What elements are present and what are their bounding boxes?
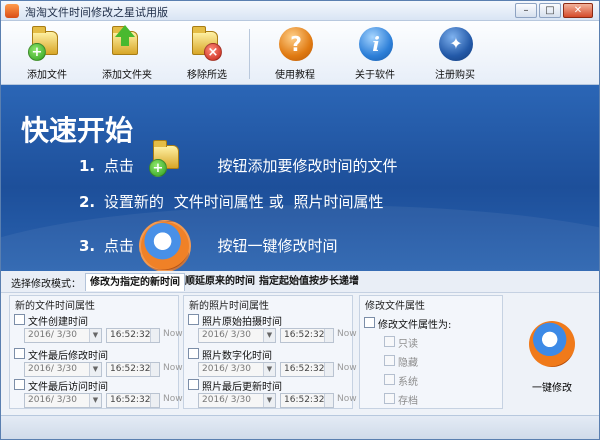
date-picker[interactable]: 2016/ 3/30 ▼ [198,362,276,377]
tab-shift-original-time[interactable]: 顺延原来的时间 [181,273,259,291]
app-logo-icon [5,4,19,18]
quick-start-banner: 快速开始 1. 点击 按钮添加要修改时间的文件 + 2. 设置新的 文件时间属性… [1,85,599,271]
quick-start-title: 快速开始 [21,114,134,147]
maximize-button[interactable]: □ [539,3,561,18]
system-checkbox[interactable] [384,374,395,385]
tutorial-label: 使用教程 [275,70,315,81]
now-button[interactable]: Now [163,394,183,404]
toolbar: + 添加文件 添加文件夹 × 移除所选 ? 使用教程 i 关于软件 ✦ 注册购买 [1,21,599,85]
register-buy-label: 注册购买 [435,70,475,81]
photo-time-panel: 新的照片时间属性 照片原始拍摄时间 2016/ 3/30 ▼ 16:52:32 N… [183,295,357,409]
file-attribute-panel-title: 修改文件属性 [365,301,425,312]
remove-selected-label: 移除所选 [187,70,227,81]
step-1: 1. 点击 按钮添加要修改时间的文件 [79,157,398,175]
date-picker[interactable]: 2016/ 3/30 ▼ [198,393,276,408]
time-spinner[interactable]: 16:52:32 [280,328,334,343]
time-spinner[interactable]: 16:52:32 [106,362,160,377]
add-file-icon: + [28,25,66,63]
mode-label: 选择修改模式： [11,279,81,290]
chevron-down-icon[interactable]: ▼ [263,394,275,407]
window-title: 淘淘文件时间修改之星试用版 [25,6,168,19]
chevron-down-icon[interactable]: ▼ [89,394,101,407]
modify-attribute-checkbox[interactable] [364,317,375,328]
file-modified-checkbox[interactable] [14,348,25,359]
date-picker[interactable]: 2016/ 3/30 ▼ [24,328,102,343]
file-time-panel: 新的文件时间属性 文件创建时间 2016/ 3/30 ▼ 16:52:32 Now… [9,295,183,409]
file-created-checkbox[interactable] [14,314,25,325]
tab-step-increment[interactable]: 指定起始值按步长递增 [255,273,363,291]
readonly-checkbox[interactable] [384,336,395,347]
app-window: 淘淘文件时间修改之星试用版 – □ ✕ + 添加文件 添加文件夹 × 移除所选 … [0,0,600,440]
register-buy-button[interactable]: ✦ 注册购买 [423,25,487,83]
remove-selected-button[interactable]: × 移除所选 [175,25,239,83]
date-picker[interactable]: 2016/ 3/30 ▼ [198,328,276,343]
remove-selected-icon: × [188,25,226,63]
add-file-icon: + [147,140,185,179]
date-picker[interactable]: 2016/ 3/30 ▼ [24,393,102,408]
step-2: 2. 设置新的 文件时间属性或 照片时间属性 [79,193,384,211]
add-folder-button[interactable]: 添加文件夹 [91,25,163,83]
add-folder-label: 添加文件夹 [102,70,152,81]
file-time-panel-title: 新的文件时间属性 [15,301,95,312]
now-button[interactable]: Now [337,394,357,404]
time-spinner[interactable]: 16:52:32 [106,328,160,343]
about-label: 关于软件 [355,70,395,81]
one-click-modify-label: 一键修改 [532,383,572,394]
chevron-down-icon[interactable]: ▼ [89,363,101,376]
minimize-button[interactable]: – [515,3,537,18]
toolbar-divider [249,29,250,79]
chevron-down-icon[interactable]: ▼ [263,329,275,342]
date-picker[interactable]: 2016/ 3/30 ▼ [24,362,102,377]
status-bar [1,415,599,439]
now-button[interactable]: Now [163,329,183,339]
archive-checkbox[interactable] [384,393,395,404]
about-info-icon: i [356,25,394,63]
register-buy-icon: ✦ [436,25,474,63]
tutorial-button[interactable]: ? 使用教程 [263,25,327,83]
photo-digitized-checkbox[interactable] [188,348,199,359]
help-tutorial-icon: ? [276,25,314,63]
tab-specified-new-time[interactable]: 修改为指定的新时间 [85,273,185,291]
close-button[interactable]: ✕ [563,3,593,18]
add-file-label: 添加文件 [27,70,67,81]
photo-original-checkbox[interactable] [188,314,199,325]
mode-selector: 选择修改模式： 修改为指定的新时间 顺延原来的时间 指定起始值按步长递增 [1,271,599,293]
chevron-down-icon[interactable]: ▼ [263,363,275,376]
photo-updated-checkbox[interactable] [188,379,199,390]
file-accessed-checkbox[interactable] [14,379,25,390]
one-click-modify-icon [529,321,575,367]
about-button[interactable]: i 关于软件 [343,25,407,83]
file-attribute-panel: 修改文件属性 修改文件属性为: 只读 隐藏 系统 存档 [359,295,503,409]
now-button[interactable]: Now [337,363,357,373]
chevron-down-icon[interactable]: ▼ [89,329,101,342]
one-click-modify-icon [139,220,191,271]
time-spinner[interactable]: 16:52:32 [280,393,334,408]
photo-time-panel-title: 新的照片时间属性 [189,301,269,312]
hidden-checkbox[interactable] [384,355,395,366]
one-click-modify-button[interactable]: 一键修改 [521,321,583,394]
time-spinner[interactable]: 16:52:32 [280,362,334,377]
now-button[interactable]: Now [163,363,183,373]
title-bar: 淘淘文件时间修改之星试用版 – □ ✕ [1,1,599,21]
add-folder-icon [108,25,146,63]
add-file-button[interactable]: + 添加文件 [15,25,79,83]
step-3: 3. 点击 按钮一键修改时间 [79,237,338,255]
now-button[interactable]: Now [337,329,357,339]
time-spinner[interactable]: 16:52:32 [106,393,160,408]
